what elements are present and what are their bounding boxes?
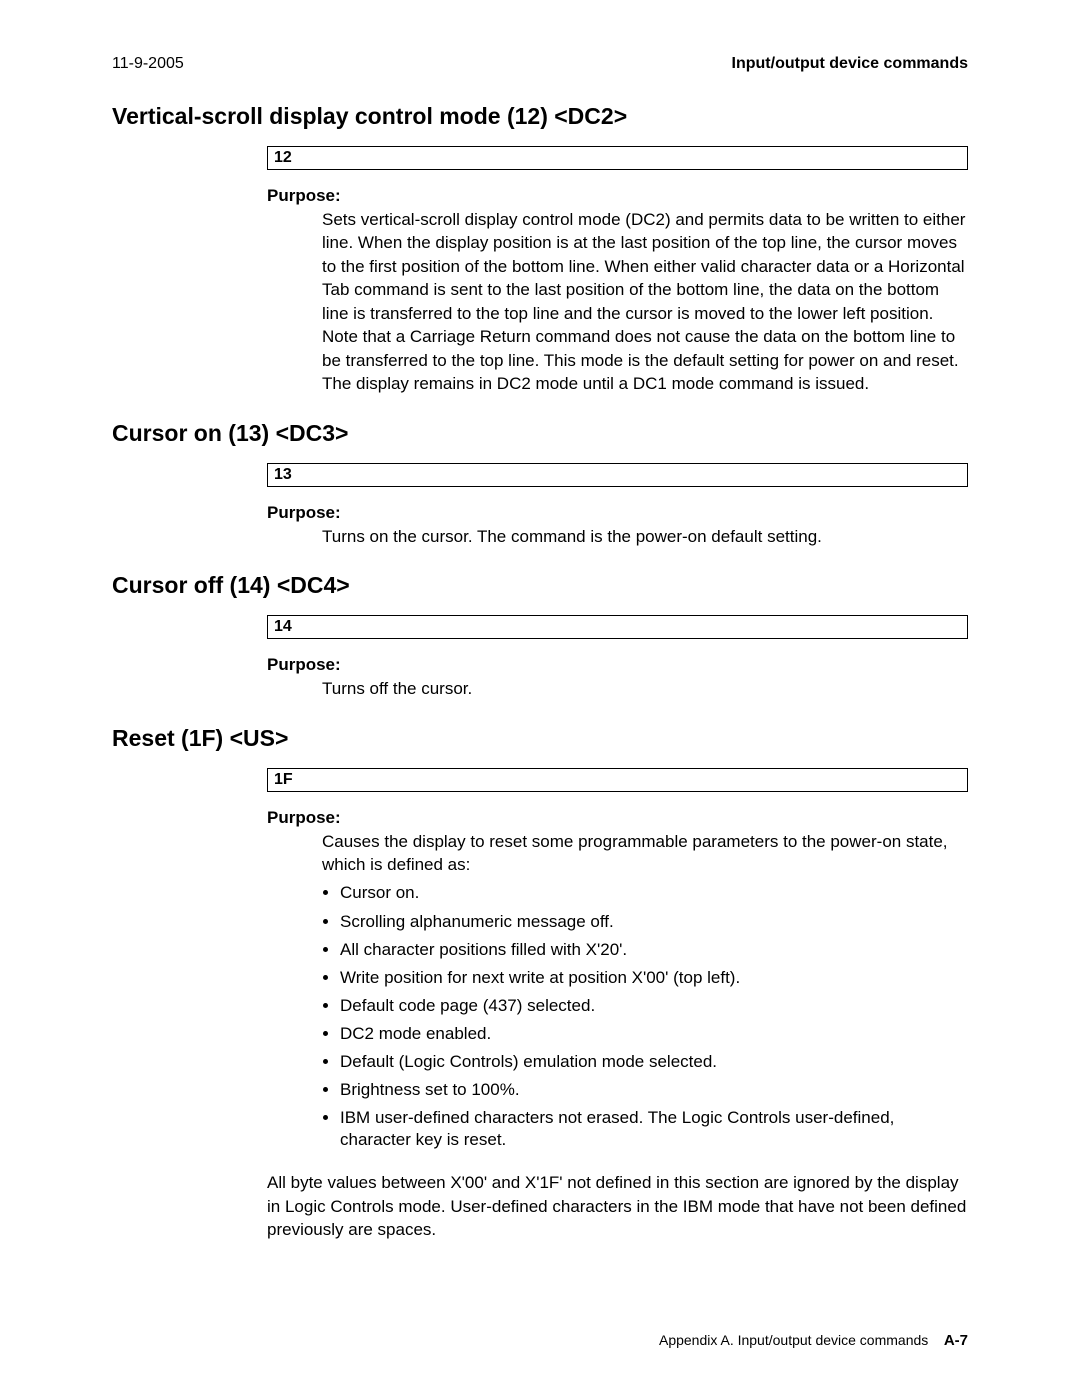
purpose-label-dc4: Purpose: [267, 655, 968, 675]
block-dc3: 13 Purpose: Turns on the cursor. The com… [267, 463, 968, 548]
code-box-dc4: 14 [267, 615, 968, 639]
block-dc2: 12 Purpose: Sets vertical-scroll display… [267, 146, 968, 396]
footer-appendix: Appendix A. Input/output device commands [659, 1332, 928, 1348]
header-date: 11-9-2005 [112, 55, 184, 73]
list-item: Write position for next write at positio… [340, 967, 968, 989]
page-header: 11-9-2005 Input/output device commands [112, 55, 968, 73]
list-item: Default code page (437) selected. [340, 995, 968, 1017]
list-item: Scrolling alphanumeric message off. [340, 911, 968, 933]
block-dc4: 14 Purpose: Turns off the cursor. [267, 615, 968, 700]
list-item: Brightness set to 100%. [340, 1079, 968, 1101]
purpose-label-dc2: Purpose: [267, 186, 968, 206]
list-item: IBM user-defined characters not erased. … [340, 1107, 968, 1151]
heading-dc3: Cursor on (13) <DC3> [112, 420, 968, 447]
heading-dc4: Cursor off (14) <DC4> [112, 572, 968, 599]
purpose-text-us: Causes the display to reset some program… [322, 830, 968, 1152]
footer-page-number: A-7 [944, 1332, 968, 1349]
heading-us: Reset (1F) <US> [112, 725, 968, 752]
purpose-text-dc4: Turns off the cursor. [322, 677, 968, 700]
list-item: All character positions filled with X'20… [340, 939, 968, 961]
code-box-us: 1F [267, 768, 968, 792]
purpose-label-us: Purpose: [267, 808, 968, 828]
list-item: Default (Logic Controls) emulation mode … [340, 1051, 968, 1073]
document-page: 11-9-2005 Input/output device commands V… [0, 0, 1080, 1397]
reset-list: Cursor on. Scrolling alphanumeric messag… [322, 882, 968, 1151]
list-item: DC2 mode enabled. [340, 1023, 968, 1045]
page-footer: Appendix A. Input/output device commands… [659, 1332, 968, 1349]
heading-dc2: Vertical-scroll display control mode (12… [112, 103, 968, 130]
purpose-text-dc2: Sets vertical-scroll display control mod… [322, 208, 968, 396]
purpose-label-dc3: Purpose: [267, 503, 968, 523]
header-section-title: Input/output device commands [732, 55, 968, 73]
note-us: All byte values between X'00' and X'1F' … [267, 1171, 968, 1241]
block-us: 1F Purpose: Causes the display to reset … [267, 768, 968, 1242]
code-box-dc2: 12 [267, 146, 968, 170]
purpose-intro-us: Causes the display to reset some program… [322, 832, 948, 874]
list-item: Cursor on. [340, 882, 968, 904]
code-box-dc3: 13 [267, 463, 968, 487]
purpose-text-dc3: Turns on the cursor. The command is the … [322, 525, 968, 548]
